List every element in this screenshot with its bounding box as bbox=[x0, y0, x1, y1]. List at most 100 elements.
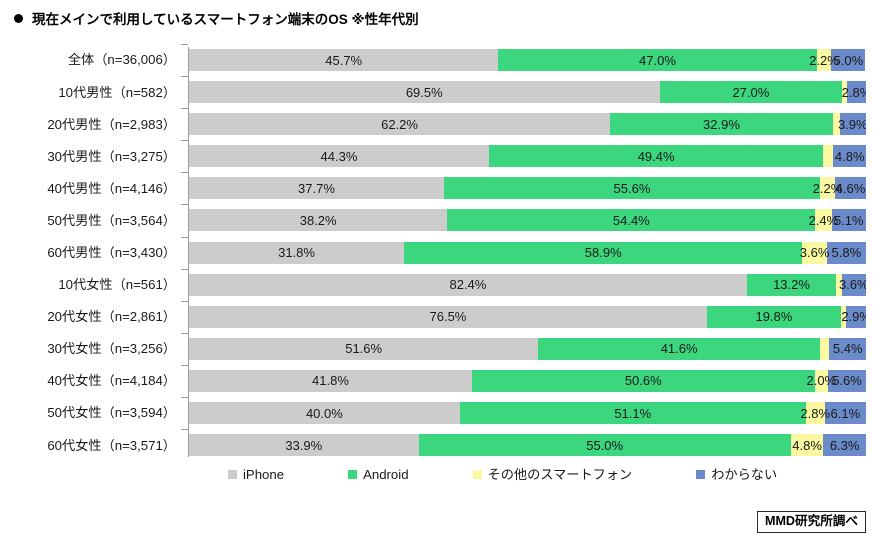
segment-value-label: 76.5% bbox=[429, 309, 467, 325]
segment-value-label: 5.1% bbox=[833, 212, 864, 228]
legend-item[interactable]: iPhone bbox=[228, 468, 284, 481]
bar-segment-その他のスマートフォン: 2.0% bbox=[806, 369, 836, 392]
segment-value-label: 41.6% bbox=[660, 341, 698, 357]
legend-item[interactable]: Android bbox=[348, 467, 409, 482]
segment-value-label: 2.8% bbox=[800, 405, 831, 421]
bar-segment-iPhone: 33.9% bbox=[189, 434, 419, 457]
segment-value-label: 3.6% bbox=[799, 245, 830, 261]
bar-segment-Android: 13.2% bbox=[746, 273, 837, 296]
bar-segment-Android: 58.9% bbox=[404, 241, 803, 264]
bar-segment-その他のスマートフォン: 2.2% bbox=[813, 177, 842, 200]
segment-value-label: 54.4% bbox=[612, 212, 650, 228]
axis-tick bbox=[181, 429, 188, 431]
segment-value-label: 13.2% bbox=[773, 277, 810, 293]
bar-segment-その他のスマートフォン bbox=[823, 145, 834, 168]
segment-value-label: 31.8% bbox=[278, 245, 315, 261]
axis-tick bbox=[181, 172, 188, 174]
bar-segment-Android: 19.8% bbox=[706, 305, 841, 328]
segment-value-label: 2.9% bbox=[841, 309, 866, 325]
legend-item[interactable]: その他のスマートフォン bbox=[472, 467, 633, 482]
axis-tick bbox=[181, 364, 188, 366]
segment-value-label: 55.0% bbox=[586, 437, 624, 453]
stacked-bar: 31.8% 58.9% 3.6% 5.8% bbox=[189, 241, 866, 264]
bar-segment-Android: 51.1% bbox=[459, 402, 806, 425]
legend-label: Android bbox=[363, 467, 409, 482]
legend-swatch-icon bbox=[228, 470, 237, 480]
bar-segment-Android: 32.9% bbox=[610, 113, 833, 136]
stacked-bar: 76.5% 19.8% 2.9% bbox=[189, 305, 866, 328]
bar-segment-Android: 49.4% bbox=[488, 145, 824, 168]
segment-value-label: 49.4% bbox=[637, 148, 675, 164]
page-title-text: 現在メインで利用しているスマートフォン端末のOS ※性年代別 bbox=[32, 12, 419, 27]
segment-value-label: 32.9% bbox=[703, 116, 740, 132]
stacked-bar: 41.8% 50.6% 2.0% 5.6% bbox=[189, 369, 866, 392]
legend-swatch-icon bbox=[348, 470, 358, 480]
stacked-bar: 38.2% 54.4% 2.4% 5.1% bbox=[189, 209, 866, 232]
category-label: 10代男性（n=582） bbox=[58, 84, 176, 100]
chart-rows: 全体（n=36,006） 45.7% 47.0% 2.2% 5.0% 10代男性（n=58… bbox=[0, 44, 874, 461]
page-title: 現在メインで利用しているスマートフォン端末のOS ※性年代別 bbox=[14, 8, 419, 28]
chart-row: 50代男性（n=3,564） 38.2% 54.4% 2.4% 5.1% bbox=[0, 204, 874, 236]
bar-segment-わからない: 3.9% bbox=[838, 113, 866, 136]
bar-segment-Android: 47.0% bbox=[498, 49, 817, 71]
segment-value-label: 40.0% bbox=[305, 405, 343, 421]
chart-legend: iPhone Android その他のスマートフォン わからない bbox=[0, 468, 874, 481]
legend-label: その他のスマートフォン bbox=[487, 467, 633, 482]
bar-segment-わからない: 4.6% bbox=[834, 177, 866, 200]
segment-value-label: 69.5% bbox=[405, 84, 443, 100]
bar-segment-iPhone: 31.8% bbox=[189, 241, 405, 264]
bar-segment-Android: 54.4% bbox=[447, 209, 816, 232]
chart-row: 60代女性（n=3,571） 33.9% 55.0% 4.8% 6.3% bbox=[0, 429, 874, 461]
chart-row: 20代男性（n=2,983） 62.2% 32.9% 3.9% bbox=[0, 108, 874, 140]
bar-segment-わからない: 3.6% bbox=[838, 273, 866, 296]
segment-value-label: 3.6% bbox=[838, 277, 866, 293]
legend-swatch-icon bbox=[472, 470, 482, 480]
bar-segment-iPhone: 38.2% bbox=[189, 209, 448, 232]
bar-segment-わからない: 5.0% bbox=[831, 49, 866, 71]
category-label: 60代女性（n=3,571） bbox=[47, 437, 176, 453]
segment-value-label: 27.0% bbox=[732, 84, 770, 100]
segment-value-label: 4.8% bbox=[792, 437, 822, 453]
chart-row: 10代男性（n=582） 69.5% 27.0% 2.8% bbox=[0, 76, 874, 108]
bar-segment-わからない: 5.1% bbox=[831, 209, 866, 232]
bar-segment-わからない: 5.6% bbox=[828, 369, 866, 392]
segment-value-label: 51.1% bbox=[614, 405, 652, 421]
bullet-icon bbox=[14, 13, 23, 23]
chart-row: 30代男性（n=3,275） 44.3% 49.4% 4.8% bbox=[0, 140, 874, 172]
chart-row: 全体（n=36,006） 45.7% 47.0% 2.2% 5.0% bbox=[0, 44, 874, 76]
chart-row: 20代女性（n=2,861） 76.5% 19.8% 2.9% bbox=[0, 300, 874, 333]
axis-tick bbox=[181, 108, 188, 110]
stacked-bar: 37.7% 55.6% 2.2% 4.6% bbox=[189, 177, 866, 200]
chart-row: 50代女性（n=3,594） 40.0% 51.1% 2.8% 6.1% bbox=[0, 397, 874, 429]
chart-row: 40代女性（n=4,184） 41.8% 50.6% 2.0% 5.6% bbox=[0, 364, 874, 397]
bar-segment-Android: 27.0% bbox=[659, 81, 843, 104]
segment-value-label: 47.0% bbox=[639, 52, 676, 68]
stacked-bar: 44.3% 49.4% 4.8% bbox=[189, 145, 866, 168]
bar-segment-Android: 50.6% bbox=[471, 369, 815, 392]
legend-item[interactable]: わからない bbox=[696, 468, 777, 481]
bar-segment-その他のスマートフォン: 2.2% bbox=[809, 49, 839, 71]
segment-value-label: 41.8% bbox=[312, 373, 349, 389]
segment-value-label: 6.3% bbox=[829, 437, 860, 453]
bar-segment-iPhone: 40.0% bbox=[189, 402, 460, 425]
category-label: 20代男性（n=2,983） bbox=[47, 116, 176, 132]
bar-segment-その他のスマートフォン: 2.4% bbox=[809, 209, 838, 232]
segment-value-label: 62.2% bbox=[381, 116, 418, 132]
segment-value-label: 4.6% bbox=[835, 180, 866, 196]
bar-segment-iPhone: 41.8% bbox=[189, 369, 472, 392]
category-label: 10代女性（n=561） bbox=[58, 277, 176, 293]
segment-value-label: 5.4% bbox=[832, 341, 863, 357]
legend-label: わからない bbox=[711, 467, 778, 482]
segment-value-label: 45.7% bbox=[325, 52, 363, 68]
stacked-bar: 45.7% 47.0% 2.2% 5.0% bbox=[189, 49, 866, 71]
segment-value-label: 19.8% bbox=[755, 309, 793, 325]
segment-value-label: 5.8% bbox=[831, 245, 862, 261]
bar-segment-わからない: 4.8% bbox=[833, 145, 866, 168]
source-credit: MMD研究所調べ bbox=[756, 511, 866, 533]
segment-value-label: 5.0% bbox=[833, 52, 864, 68]
stacked-bar: 51.6% 41.6% 5.4% bbox=[189, 337, 866, 360]
segment-value-label: 5.6% bbox=[832, 373, 862, 389]
bar-segment-iPhone: 62.2% bbox=[189, 113, 611, 136]
stacked-bar: 82.4% 13.2% 3.6% bbox=[189, 273, 866, 296]
bar-segment-iPhone: 51.6% bbox=[189, 337, 539, 360]
